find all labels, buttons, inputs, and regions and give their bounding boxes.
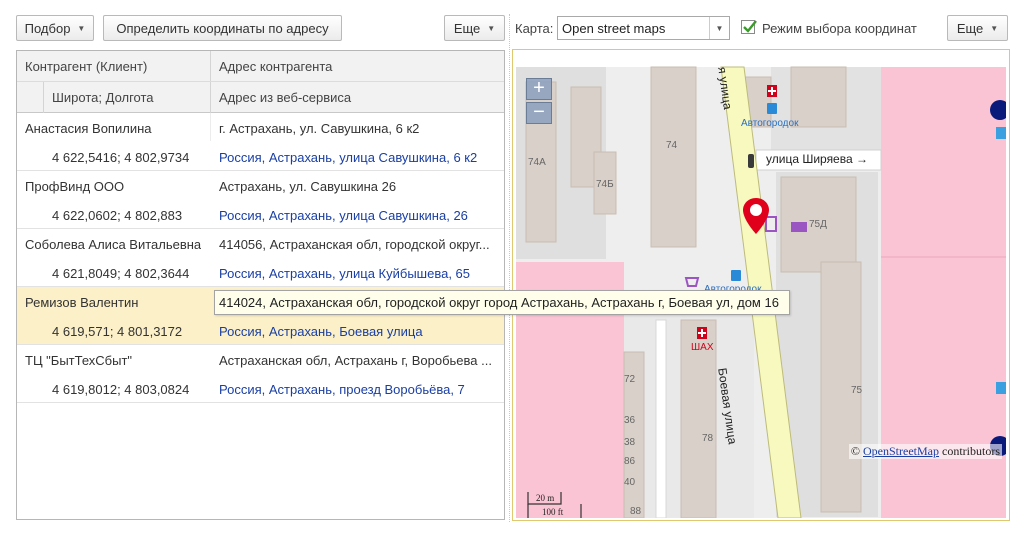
building-label: 40 [624, 477, 636, 488]
building-label: 86 [624, 456, 636, 467]
pick-button-label: Подбор [24, 20, 71, 36]
row-web-address: Россия, Астрахань, Боевая улица [219, 324, 423, 339]
row-address: Астраханская обл, Астрахань г, Воробьева… [219, 353, 492, 368]
scale-metric: 20 m [536, 493, 555, 503]
table-row[interactable]: ПрофВинд ООО Астрахань, ул. Савушкина 26… [17, 171, 504, 229]
row-address: Астрахань, ул. Савушкина 26 [219, 179, 397, 194]
checkmark-icon [743, 20, 757, 33]
row-address: 414056, Астраханская обл, городской окру… [219, 237, 490, 252]
table-header: Контрагент (Клиент) Адрес контрагента Ши… [17, 51, 504, 113]
building-label: 74Б [596, 179, 614, 190]
map-view[interactable]: 74А 74 74Б 75Д 75 78 86 88 72 36 38 40 у… [516, 52, 1006, 518]
building-label: 74 [666, 140, 678, 151]
chevron-down-icon: ▼ [990, 23, 999, 33]
row-web-address: Россия, Астрахань, улица Куйбышева, 65 [219, 266, 471, 281]
attribution-suffix: contributors [939, 444, 1000, 458]
app-window: Подбор ▼ Определить координаты по адресу… [0, 0, 1024, 534]
row-client-name: ПрофВинд ООО [25, 179, 125, 194]
column-divider [210, 113, 211, 141]
building-label: 75Д [809, 219, 827, 230]
building-label: 78 [702, 433, 714, 444]
coord-mode-checkbox[interactable] [741, 20, 757, 34]
zoom-out-button[interactable]: − [526, 102, 552, 124]
header-web-address[interactable]: Адрес из веб-сервиса [219, 90, 351, 105]
header-divider [43, 82, 44, 113]
building-label: 36 [624, 415, 636, 426]
attribution-prefix: © [850, 444, 864, 458]
panel-splitter[interactable] [509, 14, 510, 522]
counterparty-table[interactable]: Контрагент (Клиент) Адрес контрагента Ши… [16, 50, 505, 520]
building-label: 75 [851, 385, 863, 396]
geocode-button[interactable]: Определить координаты по адресу [103, 15, 342, 41]
pick-button[interactable]: Подбор ▼ [16, 15, 94, 41]
address-tooltip: 414024, Астраханская обл, городской окру… [214, 290, 790, 315]
location-marker-icon[interactable] [743, 198, 769, 234]
chevron-down-icon: ▼ [77, 23, 86, 33]
scale-imperial: 100 ft [542, 507, 564, 517]
row-client-name: ТЦ "БытТехСбыт" [25, 353, 133, 368]
header-address[interactable]: Адрес контрагента [219, 59, 332, 74]
map-provider-select[interactable]: Open street maps ▼ [557, 16, 730, 40]
row-coords: 4 619,8012; 4 803,0824 [52, 382, 190, 397]
chevron-down-icon[interactable]: ▼ [709, 17, 729, 39]
row-web-address: Россия, Астрахань, проезд Воробьёва, 7 [219, 382, 465, 397]
more-left-label: Еще [453, 20, 481, 36]
row-web-address: Россия, Астрахань, улица Савушкина, 6 к2 [219, 150, 478, 165]
poi-label-shah: ШАХ [691, 342, 714, 353]
row-coords: 4 622,0602; 4 802,883 [52, 208, 183, 223]
row-address: г. Астрахань, ул. Савушкина, 6 к2 [219, 121, 420, 136]
building-label: 88 [630, 506, 642, 517]
geocode-button-label: Определить координаты по адресу [116, 20, 329, 36]
map-provider-value: Open street maps [562, 21, 666, 36]
more-right-button[interactable]: Еще ▼ [947, 15, 1008, 41]
table-row[interactable]: ТЦ "БытТехСбыт" Астраханская обл, Астрах… [17, 345, 504, 403]
row-coords: 4 621,8049; 4 802,3644 [52, 266, 190, 281]
row-coords: 4 622,5416; 4 802,9734 [52, 150, 190, 165]
more-right-label: Еще [956, 20, 984, 36]
header-client[interactable]: Контрагент (Клиент) [25, 59, 147, 74]
poi-label-avtogorodok: Автогородок [741, 118, 799, 129]
building-label: 74А [528, 157, 546, 168]
header-latlon[interactable]: Широта; Долгота [52, 90, 154, 105]
row-client-name: Анастасия Вопилина [25, 121, 152, 136]
osm-link[interactable]: OpenStreetMap [863, 444, 939, 458]
table-row[interactable]: Анастасия Вопилина г. Астрахань, ул. Сав… [17, 113, 504, 171]
building-label: 72 [624, 374, 636, 385]
more-left-button[interactable]: Еще ▼ [444, 15, 505, 41]
table-row[interactable]: Соболева Алиса Витальевна 414056, Астрах… [17, 229, 504, 287]
row-coords: 4 619,571; 4 801,3172 [52, 324, 183, 339]
map-attribution: © OpenStreetMap contributors [848, 444, 1002, 459]
chevron-down-icon: ▼ [487, 23, 496, 33]
map-frame: 74А 74 74Б 75Д 75 78 86 88 72 36 38 40 у… [512, 49, 1010, 521]
header-divider [17, 81, 504, 82]
coord-mode-label[interactable]: Режим выбора координат [762, 21, 917, 36]
zoom-in-button[interactable]: + [526, 78, 552, 100]
building-label: 38 [624, 437, 636, 448]
street-label-shiryaeva: улица Ширяева → [766, 152, 868, 166]
row-client-name: Соболева Алиса Витальевна [25, 237, 202, 252]
header-divider [210, 51, 211, 113]
row-client-name: Ремизов Валентин [25, 295, 139, 310]
map-label: Карта: [515, 21, 554, 36]
row-web-address: Россия, Астрахань, улица Савушкина, 26 [219, 208, 468, 223]
